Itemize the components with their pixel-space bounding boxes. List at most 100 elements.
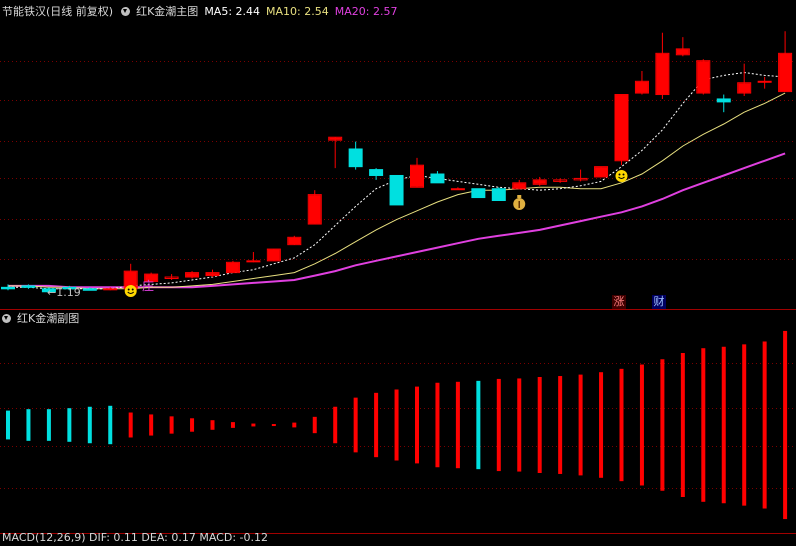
candle: [594, 166, 609, 178]
indicator-bar: [455, 381, 460, 469]
stock-chart[interactable]: [0, 0, 796, 539]
smiley-icon: [124, 285, 137, 297]
sub-indicator-bars[interactable]: [6, 330, 788, 520]
candle-fill: [288, 237, 301, 245]
candle-body: [348, 148, 363, 168]
candle: [716, 94, 731, 113]
smiley-eye: [127, 288, 130, 291]
candle-fill: [738, 83, 751, 93]
candle: [471, 188, 486, 199]
ma10-label: MA10: 2.54: [266, 5, 329, 18]
indicator-bar: [742, 344, 747, 506]
candle: [266, 248, 281, 262]
macd-header-text[interactable]: MACD(12,26,9) DIF: 0.11 DEA: 0.17 MACD: …: [2, 531, 268, 544]
indicator-bar: [230, 422, 235, 428]
sub-indicator-name[interactable]: 红K金潮副图: [17, 312, 79, 325]
ma5-label: MA5: 2.44: [204, 5, 261, 18]
candle: [737, 63, 752, 97]
main-chart-header: 节能铁汉(日线 前复权) 红K金潮主图 MA5: 2.44 MA10: 2.54 MA2…: [2, 4, 403, 20]
indicator-bar: [721, 346, 726, 504]
candle-body: [389, 174, 404, 206]
candle-body: [471, 188, 486, 199]
candle-body: [82, 288, 97, 291]
indicator-bar: [537, 377, 542, 473]
indicator-bar: [251, 423, 256, 427]
candle: [225, 260, 240, 274]
candle-body: [246, 260, 261, 263]
indicator-bar: [190, 418, 195, 432]
smiley-face: [615, 170, 628, 182]
candle: [430, 171, 445, 184]
candle-body: [716, 98, 731, 103]
ma20-line: [8, 152, 786, 289]
smiley-face: [124, 285, 137, 297]
indicator-bar: [578, 374, 583, 476]
bag-neck: [517, 195, 522, 198]
indicator-bar: [783, 330, 788, 520]
dropdown-circle-icon[interactable]: [2, 313, 11, 323]
grid-lines: [0, 61, 796, 534]
dropdown-circle-icon[interactable]: [121, 6, 131, 16]
candle: [450, 187, 465, 191]
candle-fill: [533, 180, 546, 184]
main-indicator-name[interactable]: 红K金潮主图: [136, 5, 198, 18]
candle: [410, 157, 424, 188]
indicator-bar: [87, 406, 92, 444]
indicator-bar: [599, 372, 604, 478]
candle: [675, 37, 690, 57]
indicator-bar: [108, 405, 113, 445]
candle-body: [21, 285, 36, 288]
indicator-bar: [476, 380, 481, 470]
candle-body: [450, 188, 465, 191]
low-price-label: ←1.19: [47, 286, 81, 299]
bottom-indicator-header: MACD(12,26,9) DIF: 0.11 DEA: 0.17 MACD: …: [2, 530, 274, 546]
indicator-bar: [394, 389, 399, 461]
candle-fill: [635, 81, 648, 93]
candle-fill: [308, 195, 321, 224]
candle-fill: [411, 165, 423, 187]
indicator-bar: [353, 397, 358, 453]
candle-body: [1, 286, 15, 290]
candle-fill: [615, 95, 628, 161]
ma20-label: MA20: 2.57: [334, 5, 398, 18]
candle: [307, 190, 322, 225]
indicator-bar: [26, 409, 31, 441]
ma20-path: [8, 152, 786, 289]
zhang-label: 涨: [612, 295, 626, 309]
indicator-bar: [639, 364, 644, 486]
candle-body: [103, 288, 118, 291]
candle-fill: [329, 137, 342, 140]
period-label[interactable]: (日线 前复权): [46, 5, 113, 18]
indicator-bar: [333, 406, 338, 444]
candle: [287, 235, 302, 246]
candle-fill: [676, 49, 689, 55]
indicator-bar: [415, 386, 419, 464]
candle: [655, 32, 670, 99]
candle: [164, 274, 179, 280]
candlestick-series[interactable]: [1, 31, 793, 293]
cai-label: 财: [652, 295, 666, 309]
indicator-bar: [292, 422, 297, 428]
candle-fill: [206, 273, 219, 276]
candle-body: [491, 188, 506, 202]
candle-fill: [513, 183, 526, 189]
candle: [491, 187, 506, 202]
candle: [512, 179, 527, 190]
indicator-bar: [619, 368, 624, 482]
money-bag-icon: [513, 195, 526, 210]
smiley-eye: [618, 173, 621, 176]
smiley-eye: [622, 173, 625, 176]
candle: [614, 94, 629, 166]
candle: [328, 136, 343, 169]
candle-fill: [697, 61, 710, 93]
indicator-bar: [67, 408, 72, 442]
indicator-bar: [680, 353, 685, 497]
indicator-bar: [46, 409, 51, 441]
indicator-bar: [210, 420, 215, 430]
candle: [778, 31, 793, 93]
indicator-bar: [701, 348, 706, 502]
stock-name[interactable]: 节能铁汉: [2, 5, 46, 18]
candle: [696, 59, 711, 95]
candle-fill: [656, 53, 669, 95]
candle-body: [757, 80, 772, 83]
